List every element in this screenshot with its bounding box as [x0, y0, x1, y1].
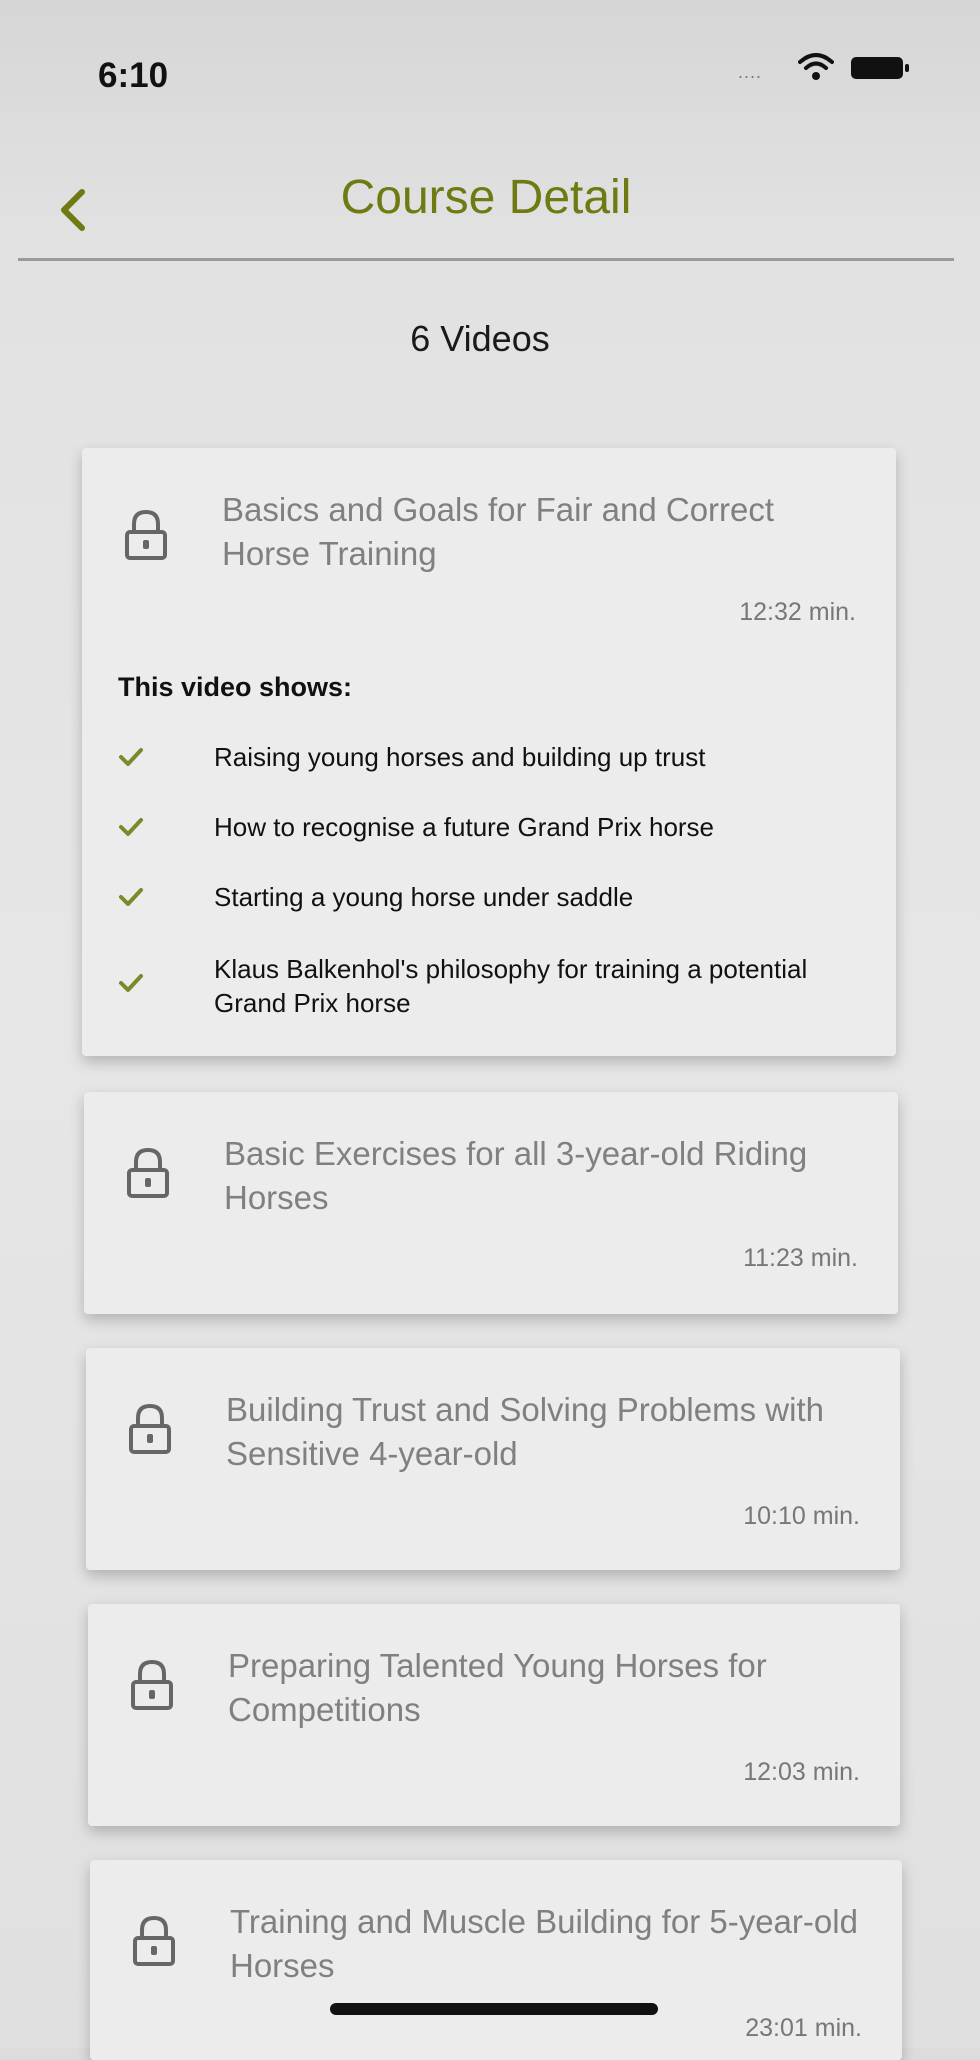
video-count: 6 Videos	[410, 318, 550, 359]
home-indicator[interactable]	[330, 2003, 658, 2015]
video-card[interactable]: Preparing Talented Young Horses for Comp…	[88, 1604, 900, 1826]
video-duration: 12:03 min.	[743, 1758, 860, 1786]
status-bar: 6:10 ....	[0, 0, 980, 150]
feature-text: Raising young horses and building up tru…	[214, 742, 706, 772]
video-duration: 23:01 min.	[745, 2014, 862, 2042]
lock-icon	[133, 1915, 175, 1966]
video-card[interactable]: Building Trust and Solving Problems with…	[86, 1348, 900, 1570]
video-title: Training and Muscle Building for 5-year-…	[230, 1903, 858, 1984]
lock-icon	[125, 509, 167, 560]
lock-icon	[129, 1403, 171, 1454]
wifi-icon	[798, 53, 834, 80]
video-card[interactable]: Basic Exercises for all 3-year-old Ridin…	[84, 1092, 898, 1314]
video-duration: 11:23 min.	[743, 1244, 858, 1272]
check-icon	[119, 748, 143, 766]
battery-icon	[851, 57, 909, 79]
signal-indicator: ....	[738, 62, 763, 82]
screen: 6:10 .... Course Detail 6 Videos Basics …	[0, 0, 980, 2060]
video-card[interactable]: Basics and Goals for Fair and Correct Ho…	[82, 448, 896, 1056]
check-icon	[119, 974, 143, 992]
video-title: Preparing Talented Young Horses for Comp…	[228, 1647, 767, 1728]
status-time: 6:10	[98, 56, 169, 95]
feature-text: How to recognise a future Grand Prix hor…	[214, 812, 715, 842]
video-duration: 10:10 min.	[743, 1502, 860, 1530]
page-title: Course Detail	[340, 171, 632, 224]
navigation-bar: Course Detail	[18, 150, 954, 261]
video-card[interactable]: Training and Muscle Building for 5-year-…	[90, 1860, 902, 2060]
video-title: Basics and Goals for Fair and Correct Ho…	[222, 491, 775, 572]
lock-icon	[127, 1147, 169, 1198]
lock-icon	[131, 1659, 173, 1710]
video-title: Building Trust and Solving Problems with…	[226, 1391, 824, 1472]
details-heading: This video shows:	[118, 672, 353, 702]
feature-text: Starting a young horse under saddle	[214, 882, 634, 912]
video-duration: 12:32 min.	[739, 598, 856, 626]
check-icon	[119, 818, 143, 836]
video-title: Basic Exercises for all 3-year-old Ridin…	[224, 1135, 808, 1216]
feature-text: Klaus Balkenhol's philosophy for trainin…	[214, 954, 808, 1018]
check-icon	[119, 888, 143, 906]
